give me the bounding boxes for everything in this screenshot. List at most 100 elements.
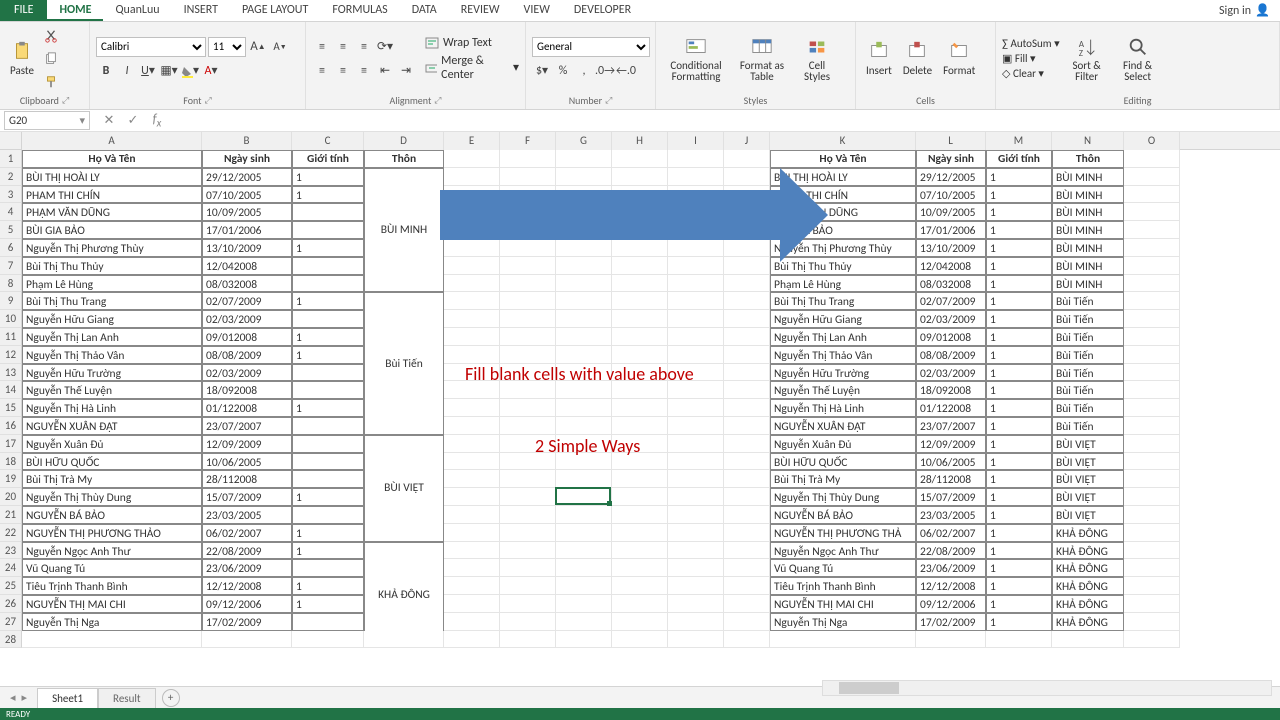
cell-C24[interactable]: [292, 559, 364, 577]
cell-H22[interactable]: [612, 524, 668, 542]
cell-A18[interactable]: BÙI HỮU QUỐC: [22, 453, 202, 471]
cell-F1[interactable]: [500, 150, 556, 168]
align-right-button[interactable]: ≡: [354, 61, 374, 81]
format-cells-button[interactable]: Format: [939, 38, 979, 79]
cell-J10[interactable]: [724, 310, 770, 328]
cell-G24[interactable]: [556, 559, 612, 577]
cell-B8[interactable]: 08/032008: [202, 275, 292, 293]
cell-C6[interactable]: 1: [292, 239, 364, 257]
cell-I8[interactable]: [668, 275, 724, 293]
row-header-4[interactable]: 4: [0, 203, 22, 221]
conditional-formatting-button[interactable]: Conditional Formatting: [662, 34, 730, 84]
sort-filter-button[interactable]: AZSort & Filter: [1063, 34, 1111, 84]
cell-B24[interactable]: 23/06/2009: [202, 559, 292, 577]
cell-B19[interactable]: 28/112008: [202, 470, 292, 488]
cell-K8[interactable]: Phạm Lê Hùng: [770, 275, 916, 293]
cell-C21[interactable]: [292, 506, 364, 524]
cell-B18[interactable]: 10/06/2005: [202, 453, 292, 471]
cell-A14[interactable]: Nguyễn Thế Luyện: [22, 381, 202, 399]
cell-I10[interactable]: [668, 310, 724, 328]
cell-A9[interactable]: Bùi Thị Thu Trang: [22, 292, 202, 310]
cell-B6[interactable]: 13/10/2009: [202, 239, 292, 257]
cell-E25[interactable]: [444, 577, 500, 595]
cell-J27[interactable]: [724, 613, 770, 631]
cell-C7[interactable]: [292, 257, 364, 275]
cell-A17[interactable]: Nguyễn Xuân Đủ: [22, 435, 202, 453]
cell-M15[interactable]: 1: [986, 399, 1052, 417]
cell-C25[interactable]: 1: [292, 577, 364, 595]
cell-G2[interactable]: [556, 168, 612, 186]
decrease-font-button[interactable]: A▼: [270, 37, 290, 57]
col-header-B[interactable]: B: [202, 132, 292, 150]
cell-I11[interactable]: [668, 328, 724, 346]
cell-F22[interactable]: [500, 524, 556, 542]
cell-L14[interactable]: 18/092008: [916, 381, 986, 399]
cell-O2[interactable]: [1124, 168, 1180, 186]
cell-C8[interactable]: [292, 275, 364, 293]
cell-J9[interactable]: [724, 292, 770, 310]
cell-K10[interactable]: Nguyễn Hữu Giang: [770, 310, 916, 328]
cell-J20[interactable]: [724, 488, 770, 506]
cell-B12[interactable]: 08/08/2009: [202, 346, 292, 364]
copy-button[interactable]: [41, 49, 61, 69]
cell-N28[interactable]: [1052, 631, 1124, 649]
cell-M14[interactable]: 1: [986, 381, 1052, 399]
row-header-20[interactable]: 20: [0, 488, 22, 506]
cell-I20[interactable]: [668, 488, 724, 506]
cell-C26[interactable]: 1: [292, 595, 364, 613]
cell-B26[interactable]: 09/12/2006: [202, 595, 292, 613]
cell-E15[interactable]: [444, 399, 500, 417]
cell-E26[interactable]: [444, 595, 500, 613]
cell-H9[interactable]: [612, 292, 668, 310]
cell-I25[interactable]: [668, 577, 724, 595]
cell-O7[interactable]: [1124, 257, 1180, 275]
row-header-15[interactable]: 15: [0, 399, 22, 417]
cell-F11[interactable]: [500, 328, 556, 346]
cell-M7[interactable]: 1: [986, 257, 1052, 275]
cell-A11[interactable]: Nguyễn Thị Lan Anh: [22, 328, 202, 346]
row-header-3[interactable]: 3: [0, 186, 22, 204]
autosum-button[interactable]: ∑ AutoSum ▾: [1002, 37, 1060, 50]
cell-O13[interactable]: [1124, 364, 1180, 382]
cell-L26[interactable]: 09/12/2006: [916, 595, 986, 613]
cell-B10[interactable]: 02/03/2009: [202, 310, 292, 328]
clipboard-dialog-launcher[interactable]: ⤢: [62, 95, 69, 106]
cell-B27[interactable]: 17/02/2009: [202, 613, 292, 631]
cell-A12[interactable]: Nguyễn Thị Thảo Vân: [22, 346, 202, 364]
cell-J14[interactable]: [724, 381, 770, 399]
cut-button[interactable]: [41, 26, 61, 46]
cell-L2[interactable]: 29/12/2005: [916, 168, 986, 186]
cell-K13[interactable]: Nguyễn Hữu Trường: [770, 364, 916, 382]
cell-L8[interactable]: 08/032008: [916, 275, 986, 293]
cell-H27[interactable]: [612, 613, 668, 631]
cell-N1[interactable]: Thôn: [1052, 150, 1124, 168]
tab-formulas[interactable]: FORMULAS: [320, 0, 399, 21]
cell-N2[interactable]: BÙI MINH: [1052, 168, 1124, 186]
row-header-13[interactable]: 13: [0, 364, 22, 382]
cell-J26[interactable]: [724, 595, 770, 613]
select-all-corner[interactable]: [0, 132, 22, 150]
cell-M12[interactable]: 1: [986, 346, 1052, 364]
cell-H2[interactable]: [612, 168, 668, 186]
cell-O16[interactable]: [1124, 417, 1180, 435]
cell-J21[interactable]: [724, 506, 770, 524]
cell-H8[interactable]: [612, 275, 668, 293]
cell-L6[interactable]: 13/10/2009: [916, 239, 986, 257]
cell-J13[interactable]: [724, 364, 770, 382]
cell-C9[interactable]: 1: [292, 292, 364, 310]
formula-input[interactable]: [172, 111, 1280, 131]
cell-F25[interactable]: [500, 577, 556, 595]
row-header-26[interactable]: 26: [0, 595, 22, 613]
cell-D2[interactable]: BÙI MINH: [364, 168, 444, 293]
cell-F24[interactable]: [500, 559, 556, 577]
cell-O20[interactable]: [1124, 488, 1180, 506]
cell-F8[interactable]: [500, 275, 556, 293]
cell-E12[interactable]: [444, 346, 500, 364]
cell-G16[interactable]: [556, 417, 612, 435]
cell-I18[interactable]: [668, 453, 724, 471]
cell-B17[interactable]: 12/09/2009: [202, 435, 292, 453]
cell-A27[interactable]: Nguyễn Thị Nga: [22, 613, 202, 631]
row-header-24[interactable]: 24: [0, 559, 22, 577]
cell-M21[interactable]: 1: [986, 506, 1052, 524]
align-top-button[interactable]: ≡: [312, 37, 332, 57]
